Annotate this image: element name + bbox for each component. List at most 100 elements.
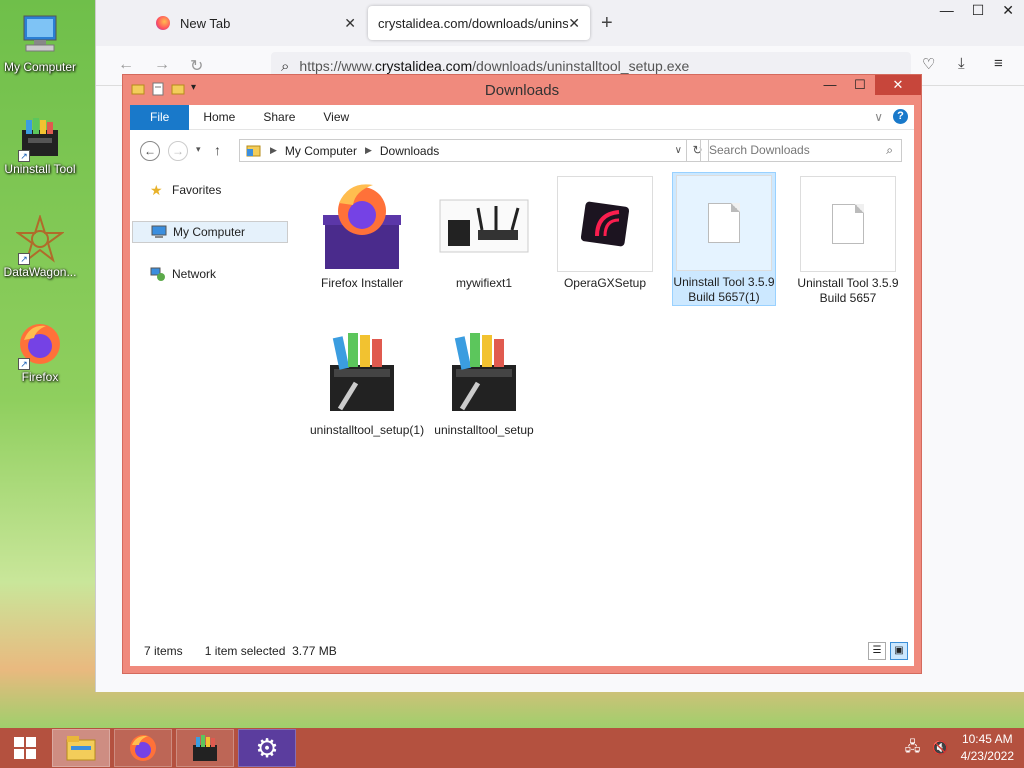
file-name: uninstalltool_setup(1) xyxy=(310,423,425,437)
breadcrumb-downloads[interactable]: Downloads xyxy=(380,144,439,158)
shortcut-arrow-icon: ↗ xyxy=(18,253,30,265)
search-icon: ⌕ xyxy=(281,57,290,75)
nav-item-network[interactable]: Network xyxy=(132,263,288,285)
file-name: Uninstall Tool 3.5.9 Build 5657(1) xyxy=(673,275,775,304)
desktop-icon-datawagon[interactable]: ↗ DataWagon... xyxy=(0,213,80,279)
explorer-content: File Home Share View ∨ ? ← → ▾ ↑ ▶ My Co… xyxy=(130,104,914,666)
maximize-icon[interactable]: ☐ xyxy=(972,2,985,19)
browser-tab-bar: New Tab ✕ crystalidea.com/downloads/unin… xyxy=(96,0,1024,46)
blank-file-icon xyxy=(676,175,772,271)
clock[interactable]: 10:45 AM 4/23/2022 xyxy=(961,731,1014,765)
taskbar-uninstall-tool[interactable] xyxy=(176,729,234,767)
close-icon[interactable]: ✕ xyxy=(875,75,921,95)
status-bar: 7 items 1 item selected 3.77 MB ☰ ▣ xyxy=(130,636,914,666)
address-bar[interactable]: ▶ My Computer ▶ Downloads ∨ xyxy=(239,139,687,162)
desktop-icon-my-computer[interactable]: My Computer xyxy=(0,10,80,74)
tab-new-tab[interactable]: New Tab ✕ xyxy=(146,6,366,40)
taskbar-settings[interactable]: ⚙ xyxy=(238,729,296,767)
chevron-right-icon[interactable]: ▶ xyxy=(365,145,372,156)
datawagon-icon: ↗ xyxy=(14,213,66,265)
chevron-right-icon[interactable]: ▶ xyxy=(270,145,277,156)
nav-item-label: Network xyxy=(172,267,217,281)
tab-home[interactable]: Home xyxy=(189,105,249,130)
search-input[interactable]: Search Downloads ⌕ xyxy=(700,139,902,162)
network-tray-icon[interactable]: 🖧 xyxy=(905,736,921,760)
large-icons-view-icon[interactable]: ▣ xyxy=(890,642,908,660)
nav-item-favorites[interactable]: ★ Favorites xyxy=(132,179,288,201)
start-button[interactable] xyxy=(0,728,50,768)
url-prefix: https://www. xyxy=(299,58,375,74)
file-item[interactable]: uninstalltool_setup(1) xyxy=(310,321,424,438)
file-item[interactable]: Uninstall Tool 3.5.9 Build 5657 xyxy=(796,174,900,306)
file-name: Firefox Installer xyxy=(320,276,404,290)
uninstall-tool-icon xyxy=(436,323,532,419)
desktop-icon-firefox[interactable]: ↗ Firefox xyxy=(0,320,80,384)
ribbon-right-controls: ∨ ? xyxy=(874,109,908,124)
downloads-icon[interactable]: ⤓ xyxy=(958,55,965,72)
tab-share[interactable]: Share xyxy=(249,105,309,130)
search-icon: ⌕ xyxy=(886,143,893,157)
forward-arrow-icon[interactable]: → xyxy=(154,56,170,74)
file-list: Firefox Installer mywifiext1 OperaGXSetu… xyxy=(295,171,914,636)
nav-item-label: My Computer xyxy=(173,225,246,239)
help-icon[interactable]: ? xyxy=(893,109,908,124)
star-icon: ★ xyxy=(150,182,163,198)
expand-ribbon-icon[interactable]: ∨ xyxy=(874,110,883,124)
firefox-icon: ↗ xyxy=(16,320,64,370)
status-selection: 1 item selected 3.77 MB xyxy=(204,644,337,658)
minimize-icon[interactable]: — xyxy=(815,75,845,95)
tab-label: crystalidea.com/downloads/uninsta xyxy=(378,15,568,31)
shortcut-arrow-icon: ↗ xyxy=(18,358,30,370)
firefox-tab-icon xyxy=(156,16,170,30)
folder-icon xyxy=(246,145,261,156)
taskbar-file-explorer[interactable] xyxy=(52,729,110,767)
reload-icon[interactable]: ↻ xyxy=(190,56,203,76)
recent-locations-icon[interactable]: ▾ xyxy=(196,144,201,155)
volume-muted-icon[interactable]: 🔇 xyxy=(932,740,948,756)
pocket-icon[interactable]: ♡ xyxy=(922,55,935,73)
back-arrow-icon[interactable]: ← xyxy=(140,141,160,161)
file-item-selected[interactable]: Uninstall Tool 3.5.9 Build 5657(1) xyxy=(672,172,776,306)
file-name: uninstalltool_setup xyxy=(434,423,534,437)
navigation-pane: ★ Favorites My Computer Network xyxy=(130,171,290,636)
file-item[interactable]: Firefox Installer xyxy=(310,174,414,291)
desktop-icon-label: DataWagon... xyxy=(3,265,77,279)
windows-logo-icon xyxy=(14,737,36,759)
maximize-icon[interactable]: ☐ xyxy=(845,75,875,95)
uninstall-tool-icon xyxy=(314,323,410,419)
file-item[interactable]: mywifiext1 xyxy=(432,174,536,291)
file-item[interactable]: uninstalltool_setup xyxy=(432,321,536,438)
clock-date: 4/23/2022 xyxy=(960,749,1014,763)
firefox-installer-icon xyxy=(314,176,410,272)
menu-icon[interactable]: ≡ xyxy=(994,55,1003,72)
url-domain: crystalidea.com xyxy=(374,58,473,74)
file-item[interactable]: OperaGXSetup xyxy=(553,174,657,291)
tab-file[interactable]: File xyxy=(130,104,190,130)
tab-crystalidea[interactable]: crystalidea.com/downloads/uninsta ✕ xyxy=(368,6,590,40)
explorer-window: ▾ Downloads — ☐ ✕ File Home Share View ∨… xyxy=(122,74,922,674)
minimize-icon[interactable]: — xyxy=(940,2,954,19)
new-tab-plus-icon[interactable]: + xyxy=(601,12,613,35)
taskbar-firefox[interactable] xyxy=(114,729,172,767)
taskbar: ⚙ 🖧 🔇 10:45 AM 4/23/2022 xyxy=(0,728,1024,768)
close-tab-icon[interactable]: ✕ xyxy=(568,15,580,32)
up-arrow-icon[interactable]: ↑ xyxy=(214,142,221,158)
forward-arrow-icon[interactable]: → xyxy=(168,141,188,161)
blank-file-icon xyxy=(800,176,896,272)
breadcrumb-my-computer[interactable]: My Computer xyxy=(285,144,357,158)
back-arrow-icon[interactable]: ← xyxy=(118,56,134,74)
desktop-icon-uninstall-tool[interactable]: ↗ Uninstall Tool xyxy=(0,112,80,176)
details-view-icon[interactable]: ☰ xyxy=(868,642,886,660)
desktop-icon-label: My Computer xyxy=(3,60,77,74)
computer-icon xyxy=(151,225,167,238)
close-icon[interactable]: ✕ xyxy=(1002,2,1014,19)
close-tab-icon[interactable]: ✕ xyxy=(344,15,356,32)
desktop-icon-label: Firefox xyxy=(21,370,59,384)
nav-item-my-computer[interactable]: My Computer xyxy=(132,221,288,243)
tab-view[interactable]: View xyxy=(309,105,363,130)
gear-icon: ⚙ xyxy=(255,733,279,763)
ribbon-tabs: File Home Share View ∨ ? xyxy=(130,104,914,130)
explorer-title-bar[interactable]: ▾ Downloads — ☐ ✕ xyxy=(123,75,921,105)
chevron-down-icon[interactable]: ∨ xyxy=(675,145,682,156)
uninstall-tool-icon: ↗ xyxy=(16,112,64,162)
